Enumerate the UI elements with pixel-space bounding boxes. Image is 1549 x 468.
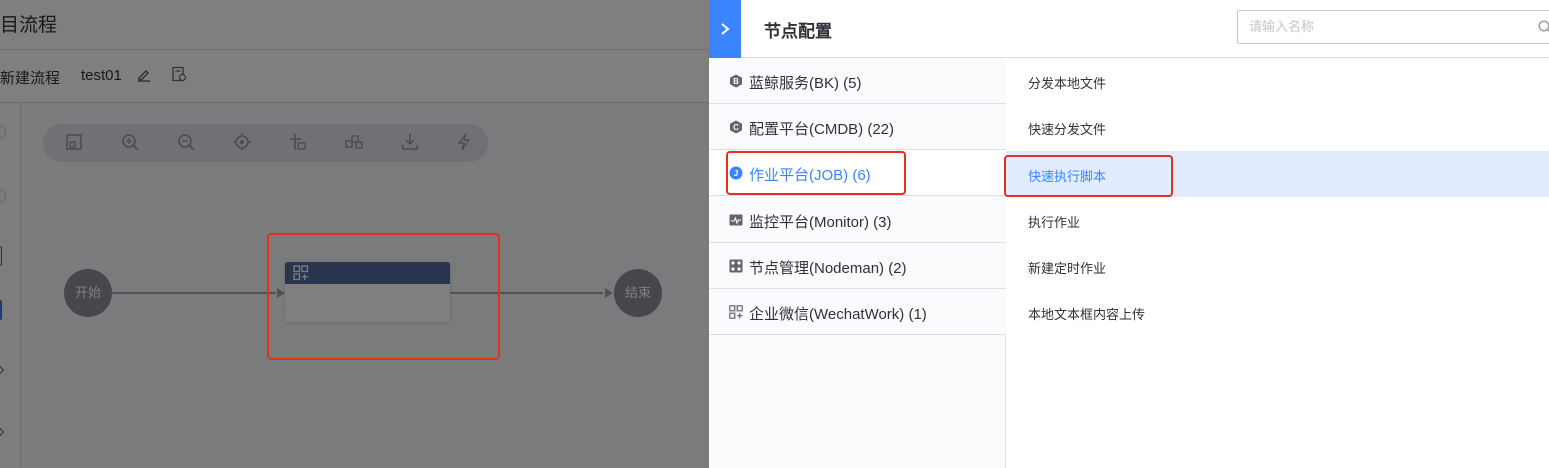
category-item-nodeman[interactable]: 节点管理(Nodeman) (2): [709, 243, 1006, 289]
highlight-fast-script-box: [1004, 155, 1173, 197]
category-item-wechat-work[interactable]: 企业微信(WechatWork) (1): [709, 289, 1006, 335]
svg-text:B: B: [733, 77, 739, 86]
search-input[interactable]: [1249, 19, 1529, 34]
plugin-label: 执行作业: [1028, 215, 1081, 230]
plugin-search[interactable]: [1237, 10, 1549, 44]
highlight-task-node-box: [267, 233, 500, 360]
panel-header: 节点配置: [709, 0, 1549, 58]
plugin-list: 分发本地文件 快速分发文件 快速执行脚本 执行作业 新建定时作业 本地文本框内容…: [1006, 58, 1549, 468]
category-label: 配置平台(CMDB) (22): [749, 121, 894, 138]
collapse-panel-button[interactable]: [709, 0, 741, 58]
svg-text:C: C: [733, 123, 739, 132]
flow-editor: 目流程 新建流程 test01: [0, 0, 709, 468]
plugin-item[interactable]: 分发本地文件: [1006, 58, 1549, 104]
plugin-label: 分发本地文件: [1028, 76, 1107, 91]
category-item-bk[interactable]: B 蓝鲸服务(BK) (5): [709, 58, 1006, 104]
category-label: 企业微信(WechatWork) (1): [749, 306, 927, 323]
plugin-item[interactable]: 执行作业: [1006, 197, 1549, 243]
plugin-category-list: B 蓝鲸服务(BK) (5) C 配置平台(CMDB) (22) J 作业平台(…: [709, 58, 1006, 468]
plugin-item[interactable]: 快速分发文件: [1006, 104, 1549, 150]
panel-title: 节点配置: [764, 22, 832, 41]
plugin-label: 快速分发文件: [1028, 122, 1107, 137]
plugin-item[interactable]: 本地文本框内容上传: [1006, 289, 1549, 335]
category-item-cmdb[interactable]: C 配置平台(CMDB) (22): [709, 104, 1006, 150]
chevron-right-icon: [720, 18, 730, 38]
category-label: 节点管理(Nodeman) (2): [749, 260, 907, 277]
plugin-item[interactable]: 新建定时作业: [1006, 243, 1549, 289]
category-label: 监控平台(Monitor) (3): [749, 214, 892, 231]
monitor-icon: [729, 213, 743, 227]
plugin-label: 本地文本框内容上传: [1028, 307, 1146, 322]
nodeman-icon: [729, 259, 743, 273]
category-item-monitor[interactable]: 监控平台(Monitor) (3): [709, 197, 1006, 243]
highlight-job-category-box: [726, 151, 906, 195]
bk-service-icon: B: [729, 74, 743, 88]
category-label: 蓝鲸服务(BK) (5): [749, 75, 862, 92]
node-config-panel: 节点配置 B 蓝鲸服务(BK) (5) C 配置平台(CMDB) (22) J …: [709, 0, 1549, 468]
wechat-work-icon: [729, 305, 743, 319]
search-icon[interactable]: [1538, 20, 1549, 39]
cmdb-icon: C: [729, 120, 743, 134]
plugin-label: 新建定时作业: [1028, 261, 1107, 276]
